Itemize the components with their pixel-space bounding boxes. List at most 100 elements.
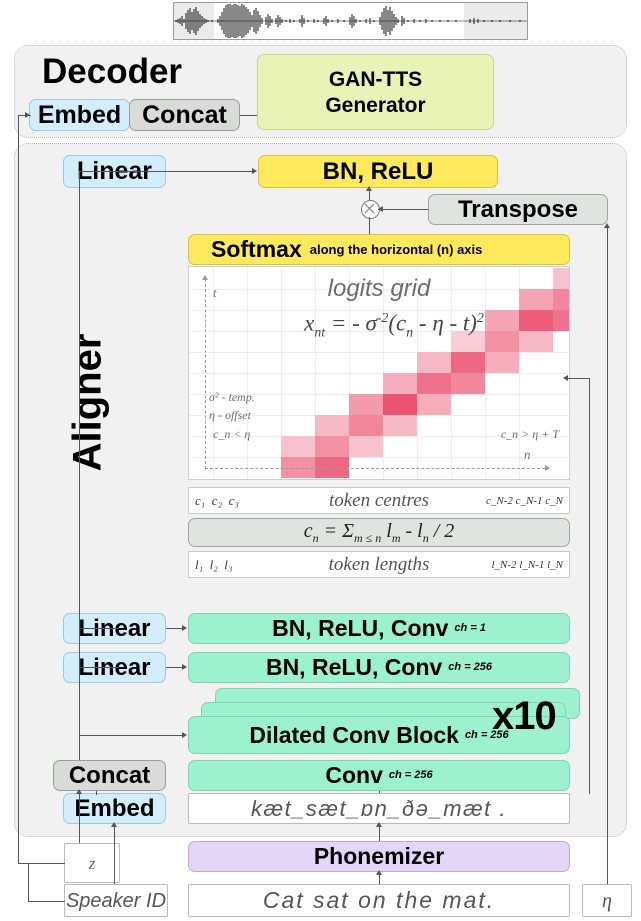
z-to-decoder-line-v	[18, 115, 19, 863]
aligner-concat-box[interactable]: Concat	[53, 760, 166, 791]
eta-box[interactable]: η	[582, 884, 632, 917]
speakerid-to-embed-arrow	[111, 822, 117, 827]
t-axis	[205, 279, 206, 469]
heatmap-cell	[349, 415, 383, 436]
formula-minus-eta: - η -	[418, 310, 458, 336]
decoder-concat-box[interactable]: Concat	[129, 99, 240, 131]
text-to-phonemizer-arrow	[376, 870, 382, 875]
softmax-note: along the horizontal (n) axis	[309, 242, 483, 257]
heatmap-cell	[383, 415, 417, 436]
bn-relu-conv-ch1-box[interactable]: BN, ReLU, Conv ch = 1	[188, 613, 570, 644]
linear-mid-arrow	[182, 625, 187, 631]
decoder-title: Decoder	[42, 52, 183, 91]
heatmap-cell	[349, 394, 383, 415]
formula-open: (c	[388, 310, 407, 336]
grid-feedback-line	[566, 378, 590, 379]
bus-to-linear-top-line	[79, 171, 166, 172]
heatmap-cell	[383, 394, 417, 415]
heatmap-cell	[417, 352, 451, 373]
n-axis	[205, 468, 545, 469]
waveform-svg	[174, 3, 527, 39]
conv-ch: ch = 256	[388, 769, 433, 781]
bn-relu-conv-ch256-ch: ch = 256	[448, 661, 493, 673]
input-text-box[interactable]: Cat sat on the mat.	[188, 884, 570, 917]
heatmap-cell	[383, 373, 417, 394]
token-centres-right: c_N-2 c_N-1 c_N	[485, 494, 563, 507]
z-to-concat-line	[79, 791, 80, 843]
transpose-box[interactable]: Transpose	[428, 194, 608, 225]
speaker-id-box[interactable]: Speaker ID	[64, 884, 168, 917]
dilated-conv-block-label: Dilated Conv Block	[249, 721, 459, 748]
heatmap-cell	[451, 352, 485, 373]
heatmap-cell	[281, 436, 315, 457]
token-centres-left: c₁ c₂ c₃	[195, 492, 239, 508]
linear-to-bnrelu-line	[166, 171, 252, 172]
note-temp: σ² - temp.	[209, 390, 255, 404]
bn-relu-box[interactable]: BN, ReLU	[258, 155, 498, 188]
dilated-conv-arrow	[182, 732, 187, 738]
decoder-embed-box[interactable]: Embed	[29, 99, 130, 131]
eta-to-transpose-arrow	[604, 223, 610, 228]
linear-mid-link	[166, 628, 182, 629]
output-audio-waveform	[173, 2, 528, 40]
conv-label: Conv	[325, 762, 383, 788]
centres-formula-text: cn = Σm ≤ n lm - ln / 2	[303, 520, 455, 545]
bn-relu-conv-ch256-label: BN, ReLU, Conv	[265, 654, 443, 680]
bus-to-linear-low-line	[79, 667, 119, 668]
phonemizer-to-phonemes-arrow	[376, 822, 382, 827]
softmax-label: Softmax	[211, 236, 302, 262]
phoneme-sequence-field[interactable]: kæt_sæt_ɒn_ðə_mæt .	[188, 793, 570, 824]
mul-to-bnrelu-arrow	[366, 186, 372, 191]
bn-relu-conv-ch256-box[interactable]: BN, ReLU, Conv ch = 256	[188, 652, 570, 683]
token-lengths-row: l₁ l₂ l₃ token lengths l_N-2 l_N-1 l_N	[188, 551, 570, 578]
heatmap-cell	[315, 436, 349, 457]
softmax-box[interactable]: Softmax along the horizontal (n) axis	[188, 234, 570, 265]
note-right-condition: c_n > η + T	[500, 427, 559, 441]
z-to-decoder-arrow	[25, 112, 30, 118]
logits-grid: t n logits grid xnt = - σ-2(cn - η - t)2…	[188, 266, 570, 480]
heatmap-cell	[451, 373, 485, 394]
concat-to-generator-line	[240, 115, 257, 116]
z-to-decoder-line-h	[18, 863, 65, 864]
generator-line-1: GAN-TTS	[328, 67, 423, 91]
aligner-title: Aligner	[65, 333, 110, 472]
centres-formula-box: cn = Σm ≤ n lm - ln / 2	[188, 518, 570, 547]
logits-formula: xnt = - σ-2(cn - η - t)2	[249, 309, 539, 340]
figure-root: Decoder GAN-TTS Generator Embed Concat A…	[0, 0, 641, 921]
eta-right-bus	[607, 225, 608, 884]
bus-to-linear-mid-line	[79, 628, 119, 629]
linear-low-link	[166, 667, 182, 668]
formula-x-sub: nt	[314, 324, 326, 340]
formula-sigma-sup: -2	[376, 310, 389, 325]
grid-axis-x-label: n	[524, 447, 531, 462]
phonemizer-box[interactable]: Phonemizer	[188, 841, 570, 872]
transpose-to-mul-arrow	[378, 206, 383, 212]
dilated-conv-repeat-label: x10	[492, 694, 557, 738]
softmax-to-mul-line	[369, 217, 370, 234]
formula-sigma: σ	[365, 310, 377, 336]
formula-t-close: t)	[462, 310, 477, 336]
bn-relu-conv-ch1-label: BN, ReLU, Conv	[272, 615, 449, 641]
formula-t-sup: 2	[476, 310, 484, 325]
heatmap-cell	[417, 373, 451, 394]
heatmap-cell	[349, 436, 383, 457]
grid-feedback-riser	[589, 378, 590, 794]
formula-x: x	[304, 310, 315, 336]
speakerid-left-line	[28, 901, 65, 902]
bus-to-dilated-line	[79, 735, 119, 736]
transpose-to-mul-line	[378, 209, 428, 210]
gan-tts-generator-box[interactable]: GAN-TTS Generator	[257, 54, 494, 130]
heatmap-cell	[315, 415, 349, 436]
token-lengths-right: l_N-2 l_N-1 l_N	[491, 558, 563, 571]
speakerid-left-riser	[28, 863, 29, 901]
conv-box[interactable]: Conv ch = 256	[188, 760, 570, 791]
bus-riser-line	[79, 171, 80, 189]
linear-to-bnrelu-arrow	[252, 168, 257, 174]
heatmap-cell	[485, 352, 519, 373]
heatmap-cell	[553, 310, 569, 331]
token-centres-row: c₁ c₂ c₃ token centres c_N-2 c_N-1 c_N	[188, 487, 570, 514]
note-offset: η - offset	[209, 408, 251, 422]
formula-c-sub: n	[406, 324, 414, 340]
grid-feedback-arrow	[563, 375, 568, 381]
latent-z-box[interactable]: z	[64, 843, 120, 883]
